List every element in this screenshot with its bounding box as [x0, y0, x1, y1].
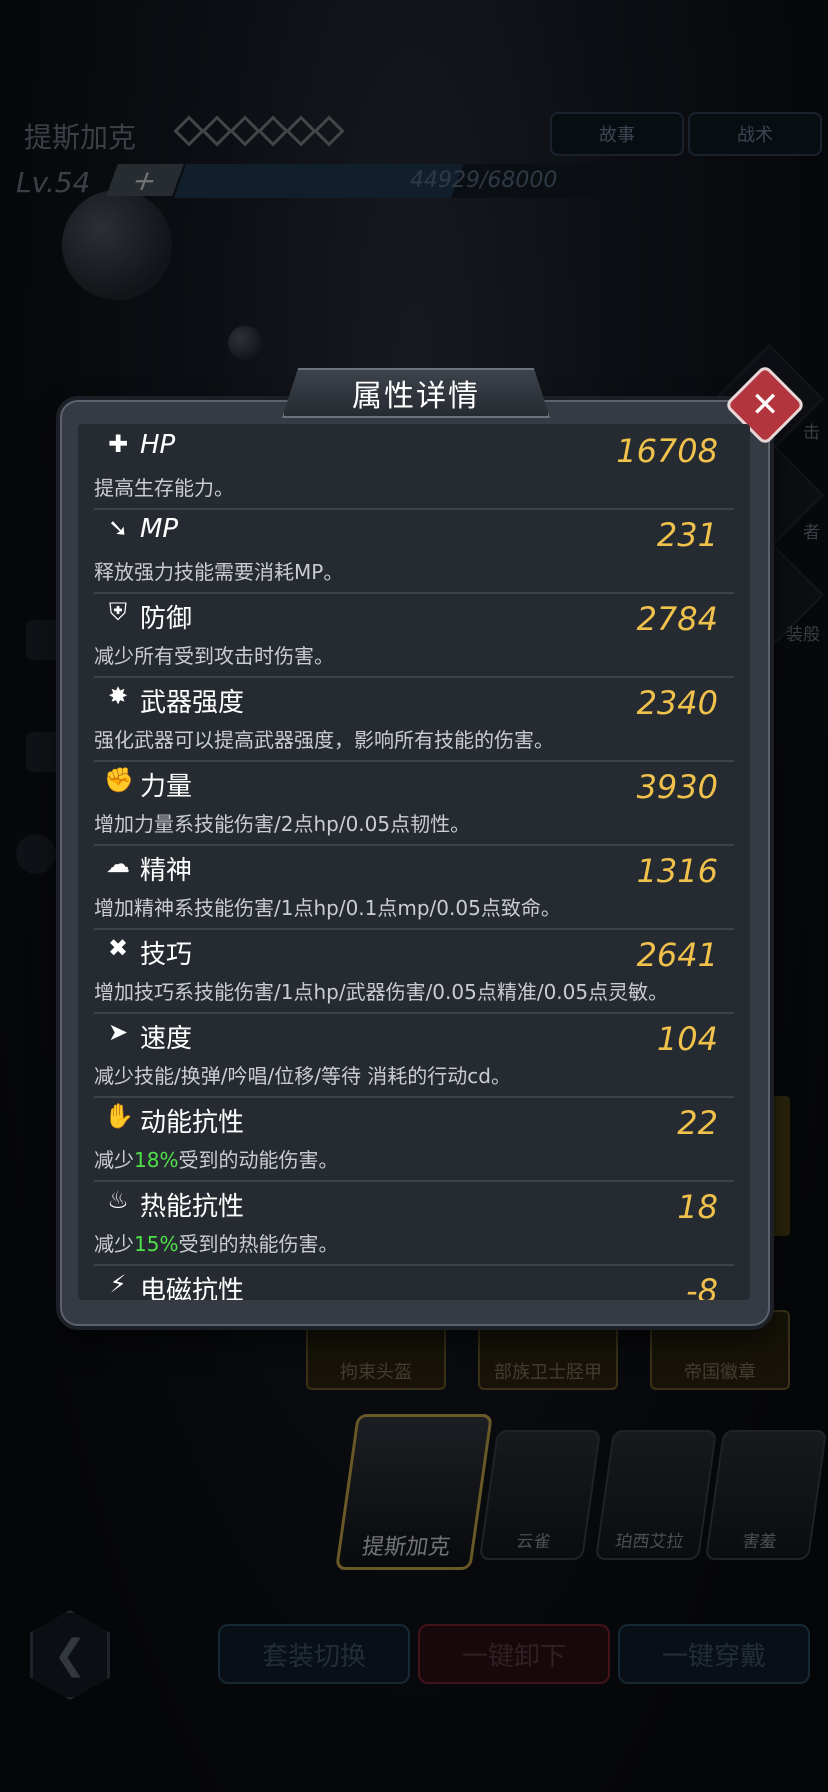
- stat-value: 1316: [636, 852, 718, 890]
- thermal-resist-icon: ♨: [107, 1186, 129, 1214]
- stat-row-strength: ✊ 力量 3930 增加力量系技能伤害/2点hp/0.05点韧性。: [94, 760, 734, 846]
- stat-row-defense: ⛨ 防御 2784 减少所有受到攻击时伤害。: [94, 592, 734, 678]
- kinetic-resist-icon: ✋: [104, 1102, 134, 1130]
- stat-row-mp: ➘ MP 231 释放强力技能需要消耗MP。: [94, 508, 734, 594]
- stat-desc: 减少18%受到的动能伤害。: [94, 1144, 338, 1173]
- stat-name: 精神: [140, 856, 193, 886]
- stat-value: 231: [656, 516, 718, 554]
- stat-row-skill: ✖ 技巧 2641 增加技巧系技能伤害/1点hp/武器伤害/0.05点精准/0.…: [94, 928, 734, 1014]
- stat-name: 武器强度: [140, 688, 245, 718]
- stat-row-hp: ✚ HP 16708 提高生存能力。: [94, 424, 734, 510]
- fist-icon: ✊: [104, 766, 134, 794]
- stat-value: 3930: [636, 768, 718, 806]
- stat-name: 技巧: [140, 940, 193, 970]
- stat-value: 16708: [616, 432, 718, 470]
- stat-desc: 增加精神系技能伤害/1点hp/0.1点mp/0.05点致命。: [94, 896, 561, 920]
- desc-suffix: 受到的热能伤害。: [178, 1232, 339, 1256]
- plus-icon: ✚: [107, 430, 129, 458]
- mp-icon: ➘: [107, 514, 129, 542]
- stat-name: 防御: [140, 604, 193, 634]
- dialog-title-bar: 属性详情: [282, 368, 550, 418]
- stat-row-thermal-resist: ♨ 热能抗性 18 减少15%受到的热能伤害。: [94, 1180, 734, 1266]
- close-icon: ✕: [750, 385, 780, 425]
- stat-desc: 减少所有受到攻击时伤害。: [94, 644, 334, 668]
- stat-desc: 减少15%受到的热能伤害。: [94, 1228, 338, 1257]
- desc-percent: 15%: [134, 1232, 179, 1256]
- stat-name: 动能抗性: [140, 1108, 245, 1138]
- em-resist-icon: ⚡: [109, 1270, 127, 1298]
- weapon-icon: ✸: [107, 682, 129, 710]
- stat-name: MP: [140, 514, 179, 544]
- stat-row-mind: ☁ 精神 1316 增加精神系技能伤害/1点hp/0.1点mp/0.05点致命。: [94, 844, 734, 930]
- stat-desc: 提高生存能力。: [94, 476, 234, 500]
- stat-row-kinetic-resist: ✋ 动能抗性 22 减少18%受到的动能伤害。: [94, 1096, 734, 1182]
- speed-icon: ➤: [107, 1018, 129, 1046]
- stat-value: 104: [656, 1020, 718, 1058]
- desc-prefix: 减少: [94, 1232, 134, 1256]
- stat-value: -8: [686, 1272, 718, 1300]
- stat-desc: 强化武器可以提高武器强度，影响所有技能的伤害。: [94, 728, 554, 752]
- dialog-title: 属性详情: [352, 379, 480, 414]
- stat-value: 22: [677, 1104, 718, 1142]
- desc-suffix: 受到的动能伤害。: [178, 1148, 339, 1172]
- stat-desc: 释放强力技能需要消耗MP。: [94, 560, 344, 584]
- stat-name: 力量: [140, 772, 193, 802]
- stat-row-weapon: ✸ 武器强度 2340 强化武器可以提高武器强度，影响所有技能的伤害。: [94, 676, 734, 762]
- shield-icon: ⛨: [109, 598, 127, 626]
- stat-row-em-resist: ⚡ 电磁抗性 -8: [94, 1264, 734, 1300]
- mind-icon: ☁: [106, 850, 130, 878]
- desc-prefix: 减少: [94, 1148, 134, 1172]
- stat-value: 2784: [636, 600, 718, 638]
- stat-name: HP: [140, 430, 176, 460]
- stat-desc: 增加力量系技能伤害/2点hp/0.05点韧性。: [94, 812, 471, 836]
- stat-list[interactable]: ✚ HP 16708 提高生存能力。 ➘ MP 231 释放强力技能需要消耗MP…: [78, 424, 750, 1300]
- stat-value: 18: [677, 1188, 718, 1226]
- stat-name: 电磁抗性: [140, 1276, 245, 1300]
- stat-desc: 增加技巧系技能伤害/1点hp/武器伤害/0.05点精准/0.05点灵敏。: [94, 980, 669, 1004]
- stat-row-speed: ➤ 速度 104 减少技能/换弹/吟唱/位移/等待 消耗的行动cd。: [94, 1012, 734, 1098]
- stat-name: 速度: [140, 1024, 193, 1054]
- stat-value: 2641: [636, 936, 718, 974]
- stat-name: 热能抗性: [140, 1192, 245, 1222]
- stat-value: 2340: [636, 684, 718, 722]
- stat-desc: 减少技能/换弹/吟唱/位移/等待 消耗的行动cd。: [94, 1064, 512, 1088]
- tools-icon: ✖: [107, 934, 129, 962]
- desc-percent: 18%: [134, 1148, 179, 1172]
